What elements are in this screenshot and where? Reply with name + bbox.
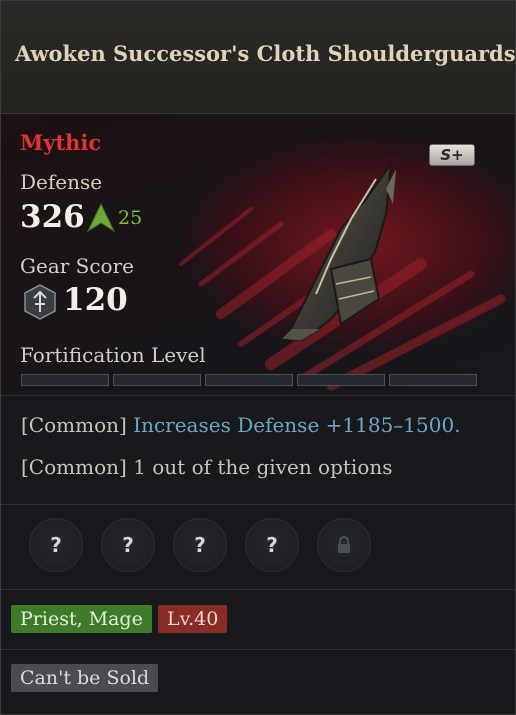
fortification-segment [389,374,477,386]
socket-slot-unknown[interactable]: ? [29,518,83,572]
shoulderguard-icon [279,160,396,342]
socket-slot-locked [317,518,371,572]
item-hero-panel: Mythic Defense Gear Score Fortification … [1,114,515,391]
defense-label: Defense [20,170,103,194]
option-prefix: [Common] [21,455,127,479]
gear-score-value: 120 [63,282,128,318]
lock-icon [338,536,350,553]
item-name: Awoken Successor's Cloth Shoulderguards [15,41,516,66]
fortification-segment [297,374,385,386]
level-requirement-tag: Lv.40 [158,605,228,633]
divider [1,504,515,505]
stat-increase-arrow-icon [87,203,115,233]
socket-slot-unknown[interactable]: ? [245,518,299,572]
rarity-label: Mythic [20,130,102,155]
socket-slot-unknown[interactable]: ? [101,518,155,572]
divider [1,395,515,396]
divider [1,589,515,590]
defense-value: 326 [20,199,85,235]
fortification-segment [21,374,109,386]
grade-badge: S+ [429,144,475,166]
socket-slot-unknown[interactable]: ? [173,518,227,572]
fortification-segment [205,374,293,386]
gear-score-label: Gear Score [20,254,134,278]
fortification-bar [21,374,477,386]
gear-score-icon [24,284,56,320]
option-text: 1 out of the given options [133,455,393,479]
fortification-label: Fortification Level [20,343,206,367]
divider [1,649,515,650]
item-tooltip: Awoken Successor's Cloth Shoulderguards … [0,0,516,715]
option-line-random: [Common] 1 out of the given options [21,455,393,479]
option-text: Increases Defense +1185–1500. [133,413,461,437]
option-prefix: [Common] [21,413,127,437]
tooltip-header: Awoken Successor's Cloth Shoulderguards [1,1,515,114]
fortification-segment [113,374,201,386]
defense-increase: 25 [118,207,143,229]
option-line-defense: [Common] Increases Defense +1185–1500. [21,413,461,437]
sell-status-tag: Can't be Sold [11,664,159,692]
class-requirement-tag: Priest, Mage [11,605,152,633]
